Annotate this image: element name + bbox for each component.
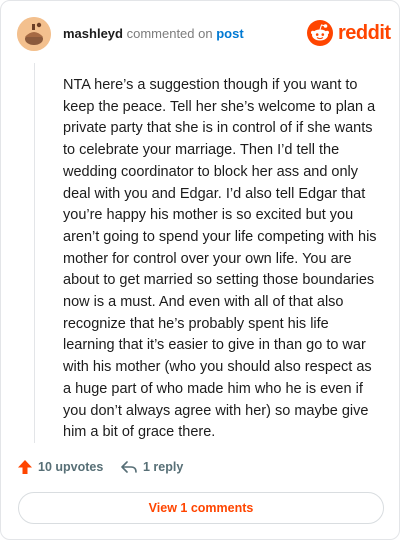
upvote-arrow-icon [18, 460, 32, 474]
post-link[interactable]: post [216, 26, 243, 41]
reddit-wordmark: reddit [338, 22, 391, 44]
commented-on-text: commented on [122, 26, 217, 41]
reply-button[interactable]: 1 reply [120, 457, 183, 477]
upvote-button[interactable]: 10 upvotes [17, 457, 103, 477]
comment-actions: 10 upvotes 1 reply [17, 457, 383, 477]
comment-header: mashleyd commented on post reddit [17, 17, 391, 51]
avatar-image [17, 17, 51, 51]
reply-count: 1 reply [143, 460, 184, 474]
reddit-brand[interactable]: reddit [307, 20, 391, 48]
view-comments-button[interactable]: View 1 comments [18, 492, 384, 524]
thread-line [34, 63, 35, 443]
reply-arrow-icon [121, 461, 137, 473]
username[interactable]: mashleyd [63, 26, 123, 41]
upvote-count: 10 upvotes [38, 460, 104, 474]
comment-meta: mashleyd commented on post [63, 26, 244, 42]
avatar[interactable] [17, 17, 51, 51]
reddit-snoo-icon [307, 20, 333, 46]
view-comments-label: View 1 comments [148, 501, 254, 515]
comment-card: mashleyd commented on post reddit NTA he… [0, 0, 400, 540]
comment-body: NTA here’s a suggestion though if you wa… [63, 77, 377, 441]
